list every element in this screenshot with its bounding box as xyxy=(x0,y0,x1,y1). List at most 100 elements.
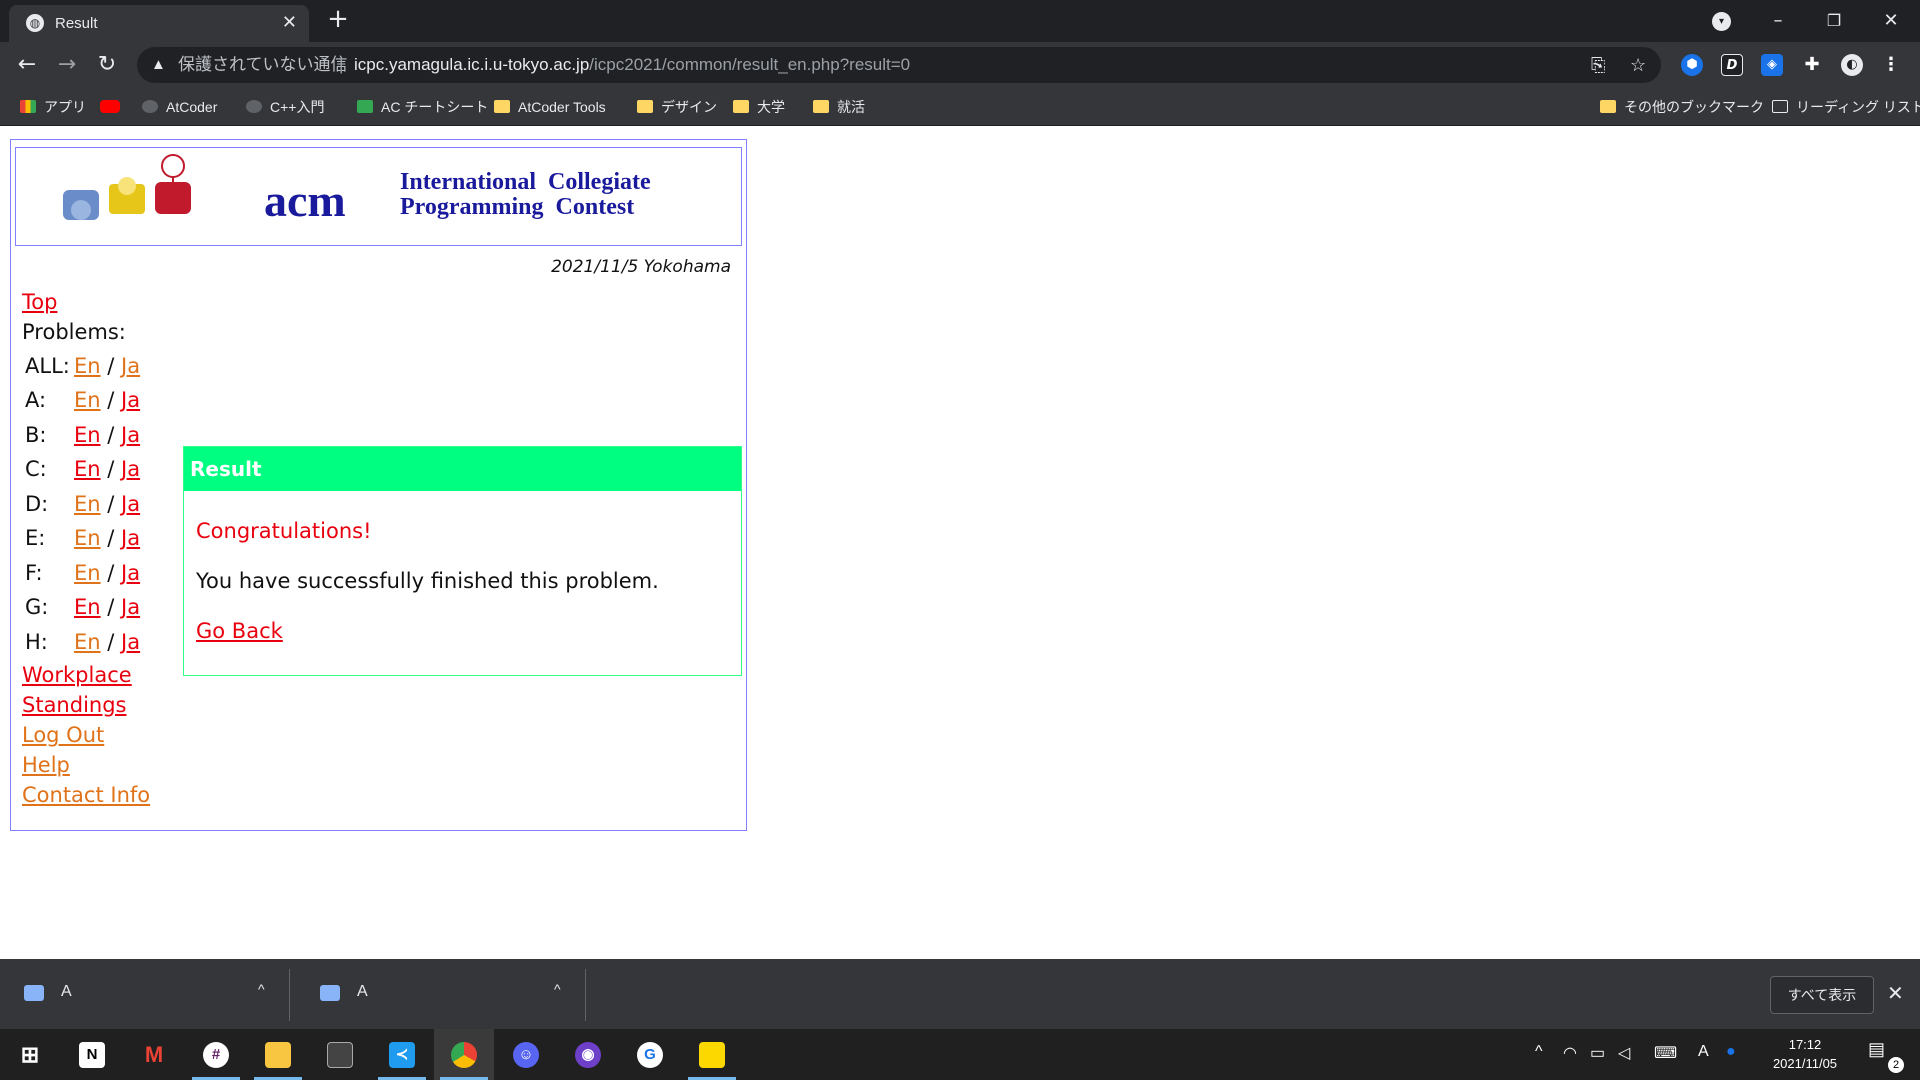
taskbar-vscode[interactable]: ≺ xyxy=(372,1029,432,1080)
forward-button[interactable]: → xyxy=(52,50,82,80)
ime-indicator[interactable]: A xyxy=(1698,1043,1709,1061)
chevron-up-icon[interactable]: ^ xyxy=(1535,1043,1543,1061)
omnibox-separator: | xyxy=(339,55,344,74)
bookmark-ac-cheatsheet[interactable]: AC チートシート xyxy=(357,96,488,118)
problem-en-link[interactable]: En xyxy=(74,423,101,447)
download-filename: A xyxy=(61,983,72,1000)
chevron-up-icon[interactable]: ^ xyxy=(554,981,561,997)
problem-ja-link[interactable]: Ja xyxy=(121,388,140,412)
url-text[interactable]: icpc.yamagula.ic.i.u-tokyo.ac.jp/icpc202… xyxy=(354,47,910,83)
problem-ja-link[interactable]: Ja xyxy=(121,423,140,447)
taskbar-file-explorer[interactable] xyxy=(248,1029,308,1080)
download-item[interactable]: A ^ xyxy=(0,959,290,1029)
problem-label: F: xyxy=(25,561,43,585)
problem-en-link[interactable]: En xyxy=(74,561,101,585)
menu-kebab-icon[interactable]: ⋮ xyxy=(1880,54,1902,76)
problem-ja-link[interactable]: Ja xyxy=(121,526,140,550)
problem-en-link[interactable]: En xyxy=(74,630,101,654)
help-link[interactable]: Help xyxy=(22,753,70,777)
notification-center-button[interactable]: ▤ 2 xyxy=(1868,1039,1904,1073)
keyboard-icon[interactable]: ⌨ xyxy=(1654,1043,1677,1063)
close-downloads-button[interactable]: ✕ xyxy=(1887,981,1904,1006)
standings-link[interactable]: Standings xyxy=(22,693,127,717)
top-link[interactable]: Top xyxy=(22,290,57,314)
bookmark-cpp[interactable]: C++入門 xyxy=(246,96,324,118)
problem-en-link[interactable]: En xyxy=(74,595,101,619)
bookmark-atcoder-tools[interactable]: AtCoder Tools xyxy=(494,96,606,118)
onedrive-icon[interactable]: ● xyxy=(1726,1043,1736,1061)
battery-icon[interactable]: ▭ xyxy=(1590,1043,1605,1063)
folder-icon xyxy=(494,100,510,113)
problem-en-link[interactable]: En xyxy=(74,457,101,481)
bookmark-job-hunting[interactable]: 就活 xyxy=(813,96,865,118)
problem-ja-link[interactable]: Ja xyxy=(121,595,140,619)
wifi-icon[interactable]: ◠ xyxy=(1563,1043,1577,1063)
problem-ja-link[interactable]: Ja xyxy=(121,457,140,481)
bookmark-design[interactable]: デザイン xyxy=(637,96,717,118)
taskbar-notion[interactable]: N xyxy=(62,1029,122,1080)
chevron-up-icon[interactable]: ^ xyxy=(258,981,265,997)
profile-avatar[interactable]: ◐ xyxy=(1841,54,1863,76)
slash-separator: / xyxy=(107,630,115,654)
window-close-button[interactable]: ✕ xyxy=(1876,6,1906,36)
problem-en-link[interactable]: En xyxy=(74,354,101,378)
bookmark-other[interactable]: その他のブックマーク xyxy=(1600,96,1764,118)
taskbar-github[interactable]: ◉ xyxy=(558,1029,618,1080)
extension-hex-icon[interactable]: ⬢ xyxy=(1681,54,1703,76)
taskbar-terminal[interactable] xyxy=(310,1029,370,1080)
problem-row-h: H: En / Ja xyxy=(25,630,140,654)
start-button[interactable]: ⊞ xyxy=(0,1029,60,1080)
taskbar-slack[interactable]: # xyxy=(186,1029,246,1080)
address-bar[interactable]: ▲ 保護されていない通信 | icpc.yamagula.ic.i.u-toky… xyxy=(137,47,1661,83)
extension-d-icon[interactable]: D xyxy=(1721,54,1743,76)
volume-icon[interactable]: ◁ xyxy=(1618,1043,1630,1063)
taskbar-sticky-notes[interactable] xyxy=(682,1029,742,1080)
minimize-button[interactable]: – xyxy=(1763,6,1793,36)
problem-ja-link[interactable]: Ja xyxy=(121,561,140,585)
folder-icon xyxy=(637,100,653,113)
problem-ja-link[interactable]: Ja xyxy=(121,492,140,516)
system-clock[interactable]: 17:12 2021/11/05 xyxy=(1760,1035,1850,1073)
problem-en-link[interactable]: En xyxy=(74,388,101,412)
back-button[interactable]: ← xyxy=(12,50,42,80)
logout-link[interactable]: Log Out xyxy=(22,723,104,747)
sticky-notes-icon xyxy=(699,1042,725,1068)
translate-icon[interactable]: ⎘ xyxy=(1591,47,1605,83)
problem-en-link[interactable]: En xyxy=(74,526,101,550)
problem-en-link[interactable]: En xyxy=(74,492,101,516)
restore-button[interactable]: ❐ xyxy=(1819,6,1849,36)
bookmark-atcoder[interactable]: AtCoder xyxy=(142,96,217,118)
bookmark-apps[interactable]: アプリ xyxy=(20,96,86,118)
extensions-puzzle-icon[interactable]: ✚ xyxy=(1801,54,1823,76)
reading-list[interactable]: リーディング リスト xyxy=(1772,96,1920,118)
problem-ja-link[interactable]: Ja xyxy=(121,354,140,378)
taskbar-chrome[interactable] xyxy=(434,1029,494,1080)
taskbar-discord[interactable]: ☺ xyxy=(496,1029,556,1080)
bookmark-university[interactable]: 大学 xyxy=(733,96,785,118)
extension-code-icon[interactable]: ◈ xyxy=(1761,54,1783,76)
warning-icon[interactable]: ▲ xyxy=(151,47,166,83)
show-all-downloads-button[interactable]: すべて表示 xyxy=(1770,976,1874,1014)
icpc-banner: acm International Collegiate Programming… xyxy=(15,147,742,246)
problem-ja-link[interactable]: Ja xyxy=(121,630,140,654)
bookmark-star-icon[interactable]: ☆ xyxy=(1630,47,1646,83)
tab-close-button[interactable]: ✕ xyxy=(282,12,297,33)
workplace-link[interactable]: Workplace xyxy=(22,663,132,687)
tab-result[interactable]: ◍ Result ✕ xyxy=(9,5,309,42)
tab-search-button[interactable]: ▾ xyxy=(1712,12,1731,31)
taskbar-app-g[interactable]: G xyxy=(620,1029,680,1080)
security-status[interactable]: 保護されていない通信 xyxy=(178,47,348,83)
contact-info-link[interactable]: Contact Info xyxy=(22,783,150,807)
go-back-link[interactable]: Go Back xyxy=(196,619,283,643)
contest-date-location: 2021/11/5 Yokohama xyxy=(551,257,731,277)
bookmark-label: 就活 xyxy=(837,99,865,115)
bookmark-label: デザイン xyxy=(661,99,717,115)
reload-button[interactable]: ↻ xyxy=(92,50,122,80)
slash-separator: / xyxy=(107,354,115,378)
slash-separator: / xyxy=(107,457,115,481)
taskbar-gmail[interactable]: M xyxy=(124,1029,184,1080)
notification-count: 2 xyxy=(1888,1057,1904,1073)
download-item[interactable]: A ^ xyxy=(296,959,586,1029)
new-tab-button[interactable]: + xyxy=(324,5,352,33)
bookmark-youtube[interactable] xyxy=(100,96,128,118)
